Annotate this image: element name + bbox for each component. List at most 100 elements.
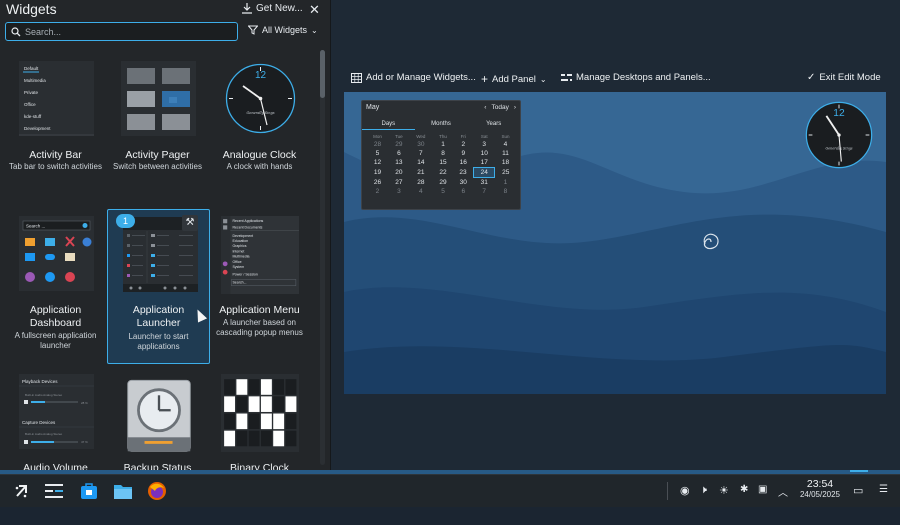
audio-playback-pct: 28 % — [81, 401, 88, 405]
brightness-icon[interactable]: ☀ — [719, 484, 729, 497]
expand-tray-icon[interactable]: ︿ — [778, 484, 788, 499]
pager-icon[interactable] — [43, 480, 65, 502]
get-new-button[interactable]: Get New... — [242, 3, 303, 14]
calendar-day[interactable]: 29 — [389, 140, 409, 149]
desktop-preview[interactable]: May ‹ Today › Days Months Years Mon Tue We… — [344, 92, 886, 394]
calendar-day[interactable]: 1 — [433, 140, 453, 149]
desktop-clock-widget[interactable]: 12 Generally Sings — [804, 100, 874, 170]
calendar-day[interactable]: 1 — [495, 178, 516, 188]
calendar-day[interactable]: 16 — [453, 158, 473, 168]
calendar-day[interactable]: 22 — [433, 168, 453, 178]
activity-item: Private — [24, 90, 39, 95]
chevron-left-icon[interactable]: ‹ — [484, 104, 486, 111]
widget-tile-activity-pager[interactable]: Activity Pager Switch between activities — [106, 57, 209, 212]
calendar-tab-days[interactable]: Days — [362, 119, 415, 130]
calendar-day[interactable]: 9 — [453, 149, 473, 158]
calendar-today-button[interactable]: Today — [491, 104, 508, 111]
calendar-day[interactable]: 5 — [433, 187, 453, 196]
filter-dropdown[interactable]: All Widgets ⌄ — [248, 25, 318, 35]
scrollbar-thumb[interactable] — [320, 50, 325, 98]
calendar-week-row: 5 6 7 8 9 10 11 — [366, 149, 516, 158]
calendar-day[interactable]: 12 — [366, 158, 389, 168]
calendar-day[interactable]: 6 — [389, 149, 409, 158]
calendar-tab-months[interactable]: Months — [415, 119, 468, 130]
calendar-day[interactable]: 2 — [453, 140, 473, 149]
calendar-day[interactable]: 25 — [495, 168, 516, 178]
exit-edit-mode-button[interactable]: ✓ Exit Edit Mode — [807, 72, 881, 83]
calendar-day[interactable]: 27 — [389, 178, 409, 188]
calendar-day[interactable]: 20 — [389, 168, 409, 178]
calendar-day[interactable]: 21 — [409, 168, 433, 178]
clock-numeral: 12 — [255, 70, 267, 81]
calendar-day[interactable]: 11 — [495, 149, 516, 158]
binary-clock-cell — [224, 396, 236, 412]
widget-name: Application Launcher — [132, 304, 185, 329]
calendar-day[interactable]: 4 — [409, 187, 433, 196]
uninstall-icon[interactable]: ⚒ — [182, 215, 198, 231]
calendar-day[interactable]: 18 — [495, 158, 516, 168]
calendar-day[interactable]: 3 — [473, 140, 495, 149]
calendar-day[interactable]: 26 — [366, 178, 389, 188]
calendar-day[interactable]: 28 — [366, 140, 389, 149]
chevron-down-icon: ⌄ — [311, 25, 318, 35]
calendar-day[interactable]: 5 — [366, 149, 389, 158]
calendar-day[interactable]: 29 — [433, 178, 453, 188]
calendar-day[interactable]: 10 — [473, 149, 495, 158]
chevron-right-icon[interactable]: › — [514, 104, 516, 111]
device-icon[interactable]: ▣ — [758, 484, 767, 495]
calendar-week-row: 26 27 28 29 30 31 1 — [366, 178, 516, 188]
calendar-day[interactable]: 30 — [409, 140, 433, 149]
calendar-day[interactable]: 8 — [433, 149, 453, 158]
widget-tile-analogue-clock[interactable]: 12 Generally Sings Analogue Clock A cloc… — [208, 57, 311, 212]
volume-muted-icon[interactable]: 🕨 — [700, 484, 707, 497]
calendar-tab-years[interactable]: Years — [467, 119, 520, 130]
menu-item: Multimedia — [232, 255, 249, 259]
show-desktop-icon[interactable]: ▭ — [853, 484, 863, 497]
widget-tile-activity-bar[interactable]: Default Multimedia Private Office kde-st… — [4, 57, 107, 212]
manage-desktops-button[interactable]: Manage Desktops and Panels... — [561, 72, 711, 83]
add-panel-button[interactable]: + Add Panel ⌄ — [481, 72, 547, 86]
calendar-day[interactable]: 15 — [433, 158, 453, 168]
search-icon — [11, 26, 21, 36]
binary-clock-cell — [285, 430, 297, 447]
calendar-day[interactable]: 4 — [495, 140, 516, 149]
add-widgets-button[interactable]: Add or Manage Widgets... — [351, 72, 476, 83]
close-icon[interactable]: ✕ — [309, 2, 320, 18]
panel-handle[interactable] — [850, 470, 868, 472]
calendar-day[interactable]: 3 — [389, 187, 409, 196]
binary-clock-cell — [224, 413, 236, 430]
sidebar-scrollbar[interactable] — [320, 50, 325, 465]
panel-settings-icon[interactable]: ☰ — [879, 484, 888, 495]
calendar-widget[interactable]: May ‹ Today › Days Months Years Mon Tue We… — [361, 100, 521, 210]
widget-tile-application-dashboard[interactable]: Search ... Application Dashboard A fulls… — [4, 212, 107, 367]
menu-item: Education — [232, 239, 248, 243]
calendar-day[interactable]: 13 — [389, 158, 409, 168]
discover-icon[interactable] — [78, 480, 100, 502]
calendar-day[interactable]: 14 — [409, 158, 433, 168]
calendar-day[interactable]: 8 — [495, 187, 516, 196]
network-icon[interactable]: ◉ — [680, 484, 690, 497]
widget-desc: A fullscreen application launcher — [14, 331, 97, 350]
calendar-day[interactable]: 23 — [453, 168, 473, 178]
calendar-day[interactable]: 28 — [409, 178, 433, 188]
calendar-day[interactable]: 7 — [473, 187, 495, 196]
digital-clock[interactable]: 23:54 24/05/2025 — [796, 478, 844, 499]
calendar-day[interactable]: 17 — [473, 158, 495, 168]
widget-tile-application-menu[interactable]: Recent Applications Recent Documents Dev… — [208, 212, 311, 367]
file-manager-icon[interactable] — [112, 480, 134, 502]
calendar-day[interactable]: 24 — [472, 167, 496, 178]
calendar-day[interactable]: 30 — [453, 178, 473, 188]
search-field[interactable] — [5, 22, 238, 41]
app-launcher-icon[interactable] — [11, 480, 33, 502]
audio-capture-title: Capture Devices — [22, 420, 56, 425]
calendar-day[interactable]: 2 — [366, 187, 389, 196]
calendar-day[interactable]: 6 — [453, 187, 473, 196]
search-input[interactable] — [25, 26, 225, 37]
calendar-day[interactable]: 19 — [366, 168, 389, 178]
bluetooth-icon[interactable]: ✱ — [740, 484, 748, 495]
calendar-day[interactable]: 7 — [409, 149, 433, 158]
widget-tile-application-launcher[interactable]: 1 ⚒ Application Launcher Launcher to sta… — [107, 209, 210, 364]
calendar-weekday-row: Mon Tue Wed Thu Fri Sat Sun — [366, 133, 516, 140]
calendar-day[interactable]: 31 — [473, 178, 495, 188]
firefox-icon[interactable] — [146, 480, 168, 502]
